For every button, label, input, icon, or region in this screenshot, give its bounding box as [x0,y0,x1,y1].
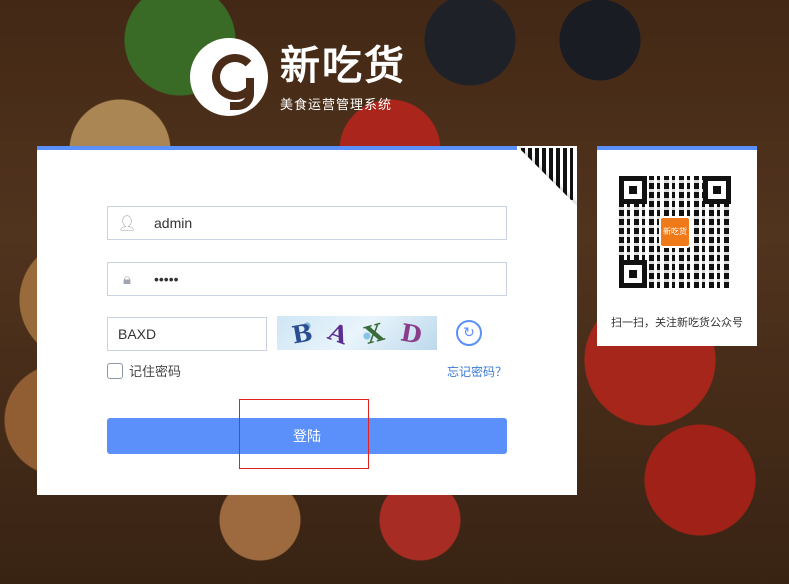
login-button[interactable]: 登陆 [107,418,507,454]
qr-caption: 扫一扫，关注新吃货公众号 [611,316,743,329]
corner-fold [517,146,577,206]
refresh-icon[interactable]: ↻ [456,320,482,346]
brand-subtitle: 美食运营管理系统 [280,97,393,113]
captcha-input[interactable] [107,317,267,351]
qr-center-logo: 新吃货 [659,216,691,248]
qr-finder [619,176,647,204]
lock-icon: 🔒︎ [123,270,131,288]
qr-finder [703,176,731,204]
captcha-char: D [399,316,425,350]
remember-checkbox[interactable] [107,362,123,379]
wechat-qr-code: 新吃货 [619,176,731,288]
user-icon: 👤︎ [117,214,137,232]
username-field[interactable]: 👤︎ [107,206,507,240]
username-input[interactable] [154,215,494,231]
captcha-char: X [362,316,388,350]
qr-corner-toggle[interactable] [517,146,577,206]
logo-mark-icon [190,38,268,116]
captcha-image[interactable]: B A X D [277,316,437,350]
forgot-password-link[interactable]: 忘记密码？ [447,363,507,380]
logo-text: 新吃货 美食运营管理系统 [280,42,406,113]
brand-logo: 新吃货 美食运营管理系统 [190,38,406,116]
captcha-char: B [289,316,315,350]
password-input[interactable] [154,271,494,287]
captcha-char: A [325,316,353,350]
remember-password[interactable]: 记住密码 [107,361,181,380]
qr-panel: 新吃货 扫一扫，关注新吃货公众号 [597,146,757,346]
password-field[interactable]: 🔒︎ [107,262,507,296]
qr-finder [619,260,647,288]
brand-title: 新吃货 [280,42,406,89]
remember-label: 记住密码 [129,365,182,380]
login-card: 👤︎ 🔒︎ B A X D ↻ 记住密码 忘记密码？ 登陆 [37,146,577,495]
